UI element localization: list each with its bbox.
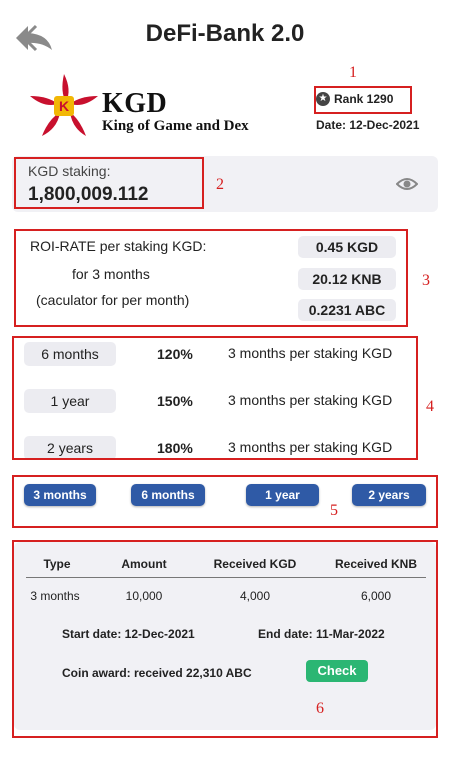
annotation-box-1 [314,86,412,114]
brand-tagline: King of Game and Dex [102,118,249,134]
annotation-box-6 [12,540,438,738]
page-title: DeFi-Bank 2.0 [145,20,305,47]
annotation-box-4 [12,336,418,460]
annotation-number-4: 4 [426,398,434,415]
current-date: Date: 12-Dec-2021 [316,118,420,132]
annotation-number-6: 6 [316,700,324,717]
annotation-number-1: 1 [349,64,357,81]
annotation-box-2 [14,157,204,209]
annotation-number-2: 2 [216,176,224,193]
annotation-box-5 [12,475,438,528]
eye-icon[interactable] [396,176,418,192]
svg-text:K: K [59,98,69,114]
annotation-number-3: 3 [422,272,430,289]
brand-name: KGD [102,88,168,119]
annotation-number-5: 5 [330,502,338,519]
annotation-box-3 [14,229,408,327]
kgd-logo-icon: K [30,74,98,136]
